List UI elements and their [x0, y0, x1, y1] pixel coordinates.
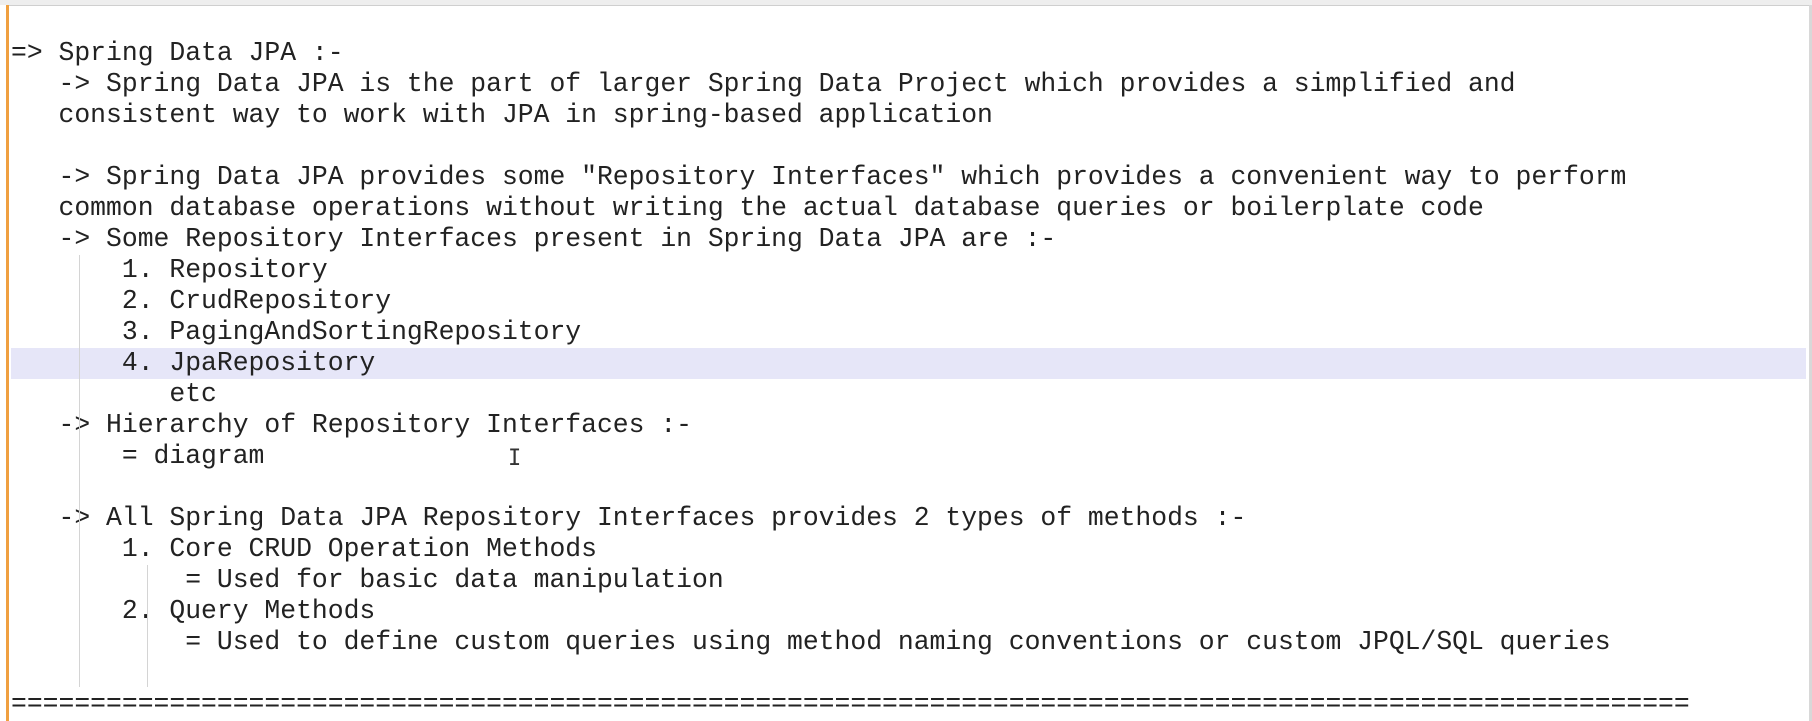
editor-line-12: etc — [11, 379, 217, 409]
editor-top-border — [0, 0, 1812, 6]
editor-line-14: = diagram — [11, 441, 265, 471]
mouse-ibeam-cursor-icon: I — [508, 446, 522, 471]
editor-line-17: 1. Core CRUD Operation Methods — [11, 534, 597, 564]
editor-line-3: consistent way to work with JPA in sprin… — [11, 100, 993, 130]
editor-line-6: common database operations without writi… — [11, 193, 1484, 223]
editor-line-2: -> Spring Data JPA is the part of larger… — [11, 69, 1516, 99]
editor-text-area[interactable]: => Spring Data JPA :- -> Spring Data JPA… — [11, 38, 1806, 720]
change-margin — [0, 5, 9, 721]
editor-line-21 — [11, 658, 1806, 689]
editor-line-13: -> Hierarchy of Repository Interfaces :- — [11, 410, 693, 440]
editor-line-9: 2. CrudRepository — [11, 286, 392, 316]
editor-line-15 — [11, 472, 1806, 503]
editor-line-1: => Spring Data JPA :- — [11, 38, 344, 68]
editor-line-5: -> Spring Data JPA provides some "Reposi… — [11, 162, 1627, 192]
editor-line-16: -> All Spring Data JPA Repository Interf… — [11, 503, 1247, 533]
editor-line-10: 3. PagingAndSortingRepository — [11, 317, 582, 347]
text-editor[interactable]: => Spring Data JPA :- -> Spring Data JPA… — [0, 0, 1812, 721]
editor-line-22-separator: ========================================… — [11, 689, 1690, 719]
editor-line-7: -> Some Repository Interfaces present in… — [11, 224, 1057, 254]
indent-guide-2 — [147, 565, 148, 687]
editor-line-18: = Used for basic data manipulation — [11, 565, 724, 595]
editor-line-11-current: 4. JpaRepository — [11, 348, 1806, 379]
editor-line-8: 1. Repository — [11, 255, 328, 285]
editor-line-20: = Used to define custom queries using me… — [11, 627, 1611, 657]
editor-line-19: 2. Query Methods — [11, 596, 376, 626]
editor-line-4 — [11, 131, 1806, 162]
indent-guide-1 — [79, 255, 80, 687]
